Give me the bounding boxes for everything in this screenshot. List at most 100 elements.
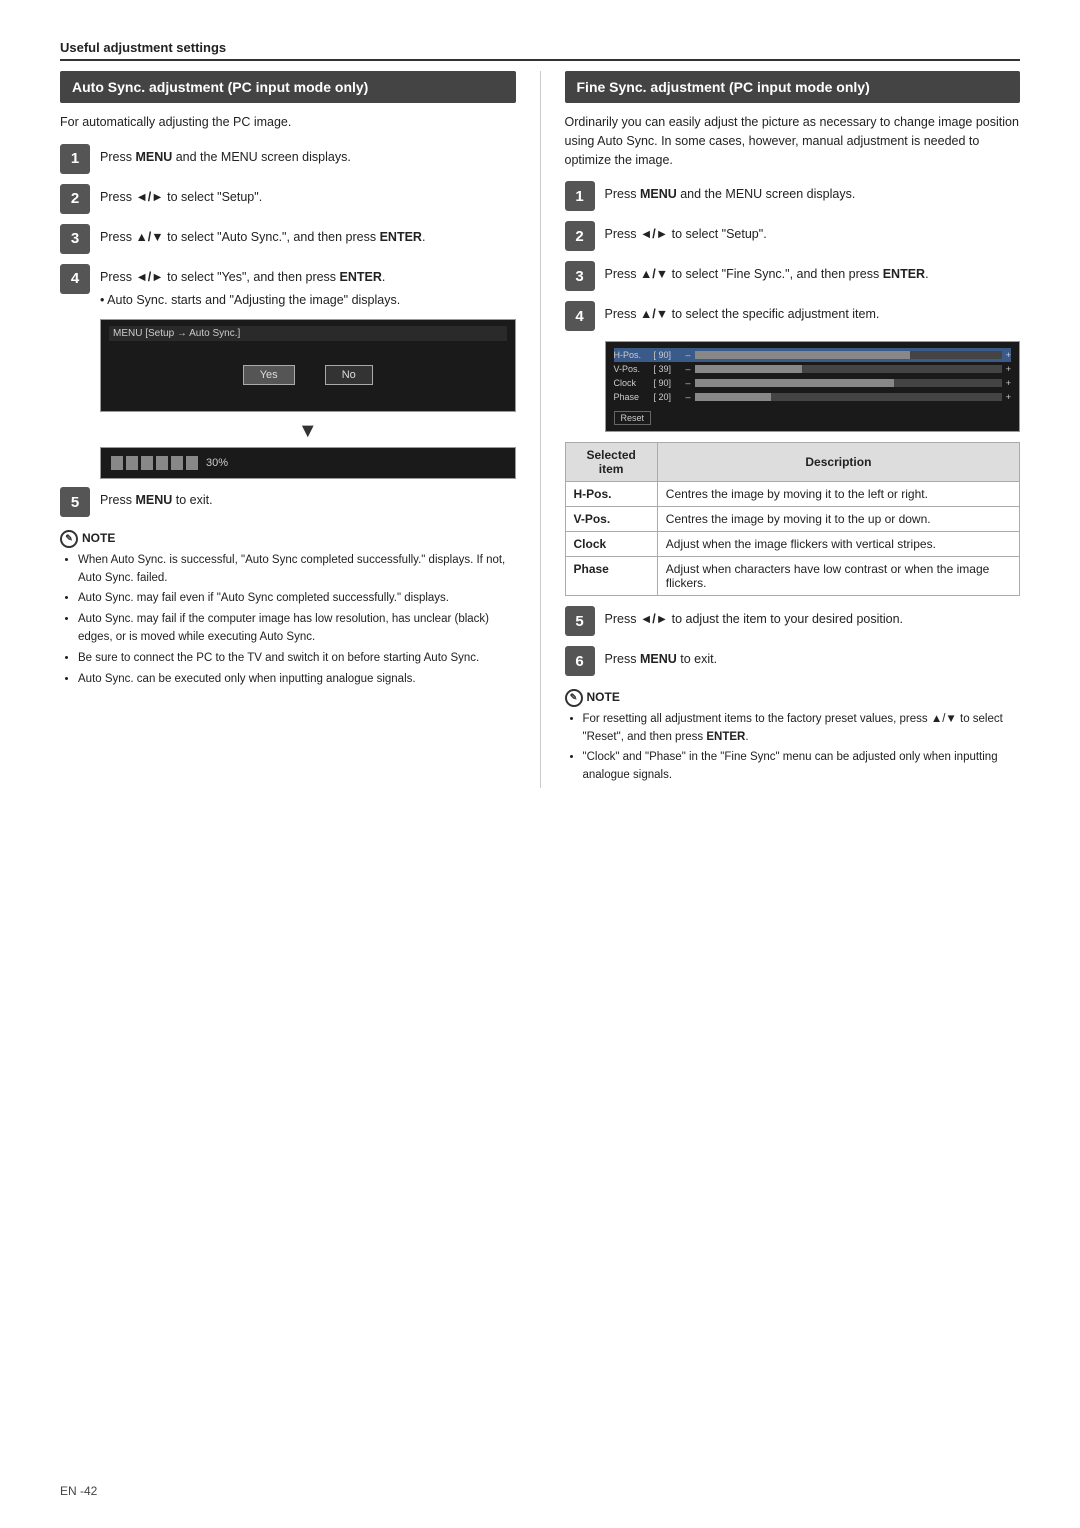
- step-num-4: 4: [60, 264, 90, 294]
- step-num-3: 3: [60, 224, 90, 254]
- phase-bar: [695, 393, 1002, 401]
- note-icon: ✎: [60, 530, 78, 548]
- phase-val: [ 20]: [654, 392, 682, 402]
- left-note-item-5: Auto Sync. can be executed only when inp…: [78, 671, 516, 689]
- left-step-4: 4 Press ◄/► to select "Yes", and then pr…: [60, 264, 516, 310]
- step-num-5: 5: [60, 487, 90, 517]
- left-intro: For automatically adjusting the PC image…: [60, 113, 516, 132]
- prog-seg-4: [156, 456, 168, 470]
- right-step-5: 5 Press ◄/► to adjust the item to your d…: [565, 606, 1021, 636]
- fine-sync-screen: H-Pos. [ 90] – + V-Pos. [ 39] – + Cl: [605, 341, 1021, 432]
- left-section-title: Auto Sync. adjustment (PC input mode onl…: [60, 71, 516, 103]
- table-cell-vpos-label: V-Pos.: [565, 507, 657, 532]
- prog-seg-5: [171, 456, 183, 470]
- clock-label: Clock: [614, 378, 650, 388]
- table-cell-phase-desc: Adjust when characters have low contrast…: [657, 557, 1019, 596]
- right-step-num-3: 3: [565, 261, 595, 291]
- right-step-4: 4 Press ▲/▼ to select the specific adjus…: [565, 301, 1021, 331]
- fine-sync-hpos-row: H-Pos. [ 90] – +: [614, 348, 1012, 362]
- table-header-item: Selected item: [565, 443, 657, 482]
- yes-button: Yes: [243, 365, 295, 385]
- prog-seg-1: [111, 456, 123, 470]
- right-step-3: 3 Press ▲/▼ to select "Fine Sync.", and …: [565, 261, 1021, 291]
- right-note-title: ✎ NOTE: [565, 688, 1021, 707]
- right-step-num-2: 2: [565, 221, 595, 251]
- right-step-num-5: 5: [565, 606, 595, 636]
- description-table: Selected item Description H-Pos. Centres…: [565, 442, 1021, 596]
- fine-sync-reset-btn: Reset: [614, 411, 652, 425]
- column-divider: [540, 71, 541, 788]
- right-section-title: Fine Sync. adjustment (PC input mode onl…: [565, 71, 1021, 103]
- right-step-text-5: Press ◄/► to adjust the item to your des…: [605, 606, 904, 629]
- left-note-item-2: Auto Sync. may fail even if "Auto Sync c…: [78, 590, 516, 608]
- progress-screen: 30%: [100, 447, 516, 479]
- screen-inner: Yes No: [109, 345, 507, 405]
- right-note-box: ✎ NOTE For resetting all adjustment item…: [565, 688, 1021, 785]
- vpos-bar: [695, 365, 1002, 373]
- right-step-text-6: Press MENU to exit.: [605, 646, 718, 669]
- fine-sync-phase-row: Phase [ 20] – +: [614, 390, 1012, 404]
- right-step-num-4: 4: [565, 301, 595, 331]
- right-step-2: 2 Press ◄/► to select "Setup".: [565, 221, 1021, 251]
- left-step-2: 2 Press ◄/► to select "Setup".: [60, 184, 516, 214]
- right-step-num-6: 6: [565, 646, 595, 676]
- table-row-phase: Phase Adjust when characters have low co…: [565, 557, 1020, 596]
- table-cell-clock-desc: Adjust when the image flickers with vert…: [657, 532, 1019, 557]
- table-cell-vpos-desc: Centres the image by moving it to the up…: [657, 507, 1019, 532]
- table-row-vpos: V-Pos. Centres the image by moving it to…: [565, 507, 1020, 532]
- hpos-label: H-Pos.: [614, 350, 650, 360]
- hpos-val: [ 90]: [654, 350, 682, 360]
- right-step-6: 6 Press MENU to exit.: [565, 646, 1021, 676]
- step-text-2: Press ◄/► to select "Setup".: [100, 184, 262, 207]
- left-notes-list: When Auto Sync. is successful, "Auto Syn…: [60, 552, 516, 689]
- right-notes-list: For resetting all adjustment items to th…: [565, 711, 1021, 785]
- right-column: Fine Sync. adjustment (PC input mode onl…: [565, 71, 1021, 788]
- table-cell-hpos-label: H-Pos.: [565, 482, 657, 507]
- clock-bar: [695, 379, 1002, 387]
- left-note-title: ✎ NOTE: [60, 529, 516, 548]
- no-button: No: [325, 365, 373, 385]
- right-step-text-1: Press MENU and the MENU screen displays.: [605, 181, 856, 204]
- progress-pct: 30%: [206, 457, 228, 469]
- table-row-clock: Clock Adjust when the image flickers wit…: [565, 532, 1020, 557]
- table-header-desc: Description: [657, 443, 1019, 482]
- prog-seg-6: [186, 456, 198, 470]
- step-text-5: Press MENU to exit.: [100, 487, 213, 510]
- fine-sync-clock-row: Clock [ 90] – +: [614, 376, 1012, 390]
- left-note-item-4: Be sure to connect the PC to the TV and …: [78, 650, 516, 668]
- right-note-icon: ✎: [565, 689, 583, 707]
- right-step-1: 1 Press MENU and the MENU screen display…: [565, 181, 1021, 211]
- table-cell-hpos-desc: Centres the image by moving it to the le…: [657, 482, 1019, 507]
- table-cell-clock-label: Clock: [565, 532, 657, 557]
- prog-seg-2: [126, 456, 138, 470]
- vpos-label: V-Pos.: [614, 364, 650, 374]
- prog-seg-3: [141, 456, 153, 470]
- right-note-item-1: For resetting all adjustment items to th…: [583, 711, 1021, 747]
- right-note-item-2: "Clock" and "Phase" in the "Fine Sync" m…: [583, 749, 1021, 785]
- table-cell-phase-label: Phase: [565, 557, 657, 596]
- fine-sync-vpos-row: V-Pos. [ 39] – +: [614, 362, 1012, 376]
- left-step-3: 3 Press ▲/▼ to select "Auto Sync.", and …: [60, 224, 516, 254]
- step-num-2: 2: [60, 184, 90, 214]
- left-step-1: 1 Press MENU and the MENU screen display…: [60, 144, 516, 174]
- right-step-text-4: Press ▲/▼ to select the specific adjustm…: [605, 301, 880, 324]
- step-text-4: Press ◄/► to select "Yes", and then pres…: [100, 264, 400, 310]
- phase-label: Phase: [614, 392, 650, 402]
- right-step-text-2: Press ◄/► to select "Setup".: [605, 221, 767, 244]
- page-header: Useful adjustment settings: [60, 40, 1020, 61]
- right-intro: Ordinarily you can easily adjust the pic…: [565, 113, 1021, 169]
- down-arrow-icon: ▼: [100, 420, 516, 443]
- hpos-bar: [695, 351, 1002, 359]
- vpos-val: [ 39]: [654, 364, 682, 374]
- step-text-1: Press MENU and the MENU screen displays.: [100, 144, 351, 167]
- left-note-item-3: Auto Sync. may fail if the computer imag…: [78, 611, 516, 647]
- step-text-3: Press ▲/▼ to select "Auto Sync.", and th…: [100, 224, 425, 247]
- table-row-hpos: H-Pos. Centres the image by moving it to…: [565, 482, 1020, 507]
- right-step-text-3: Press ▲/▼ to select "Fine Sync.", and th…: [605, 261, 929, 284]
- page-footer: EN -42: [60, 1484, 97, 1498]
- right-step-num-1: 1: [565, 181, 595, 211]
- progress-bar: [111, 456, 198, 470]
- left-note-item-1: When Auto Sync. is successful, "Auto Syn…: [78, 552, 516, 588]
- auto-sync-screen: MENU [Setup → Auto Sync.] Yes No: [100, 319, 516, 412]
- left-column: Auto Sync. adjustment (PC input mode onl…: [60, 71, 516, 692]
